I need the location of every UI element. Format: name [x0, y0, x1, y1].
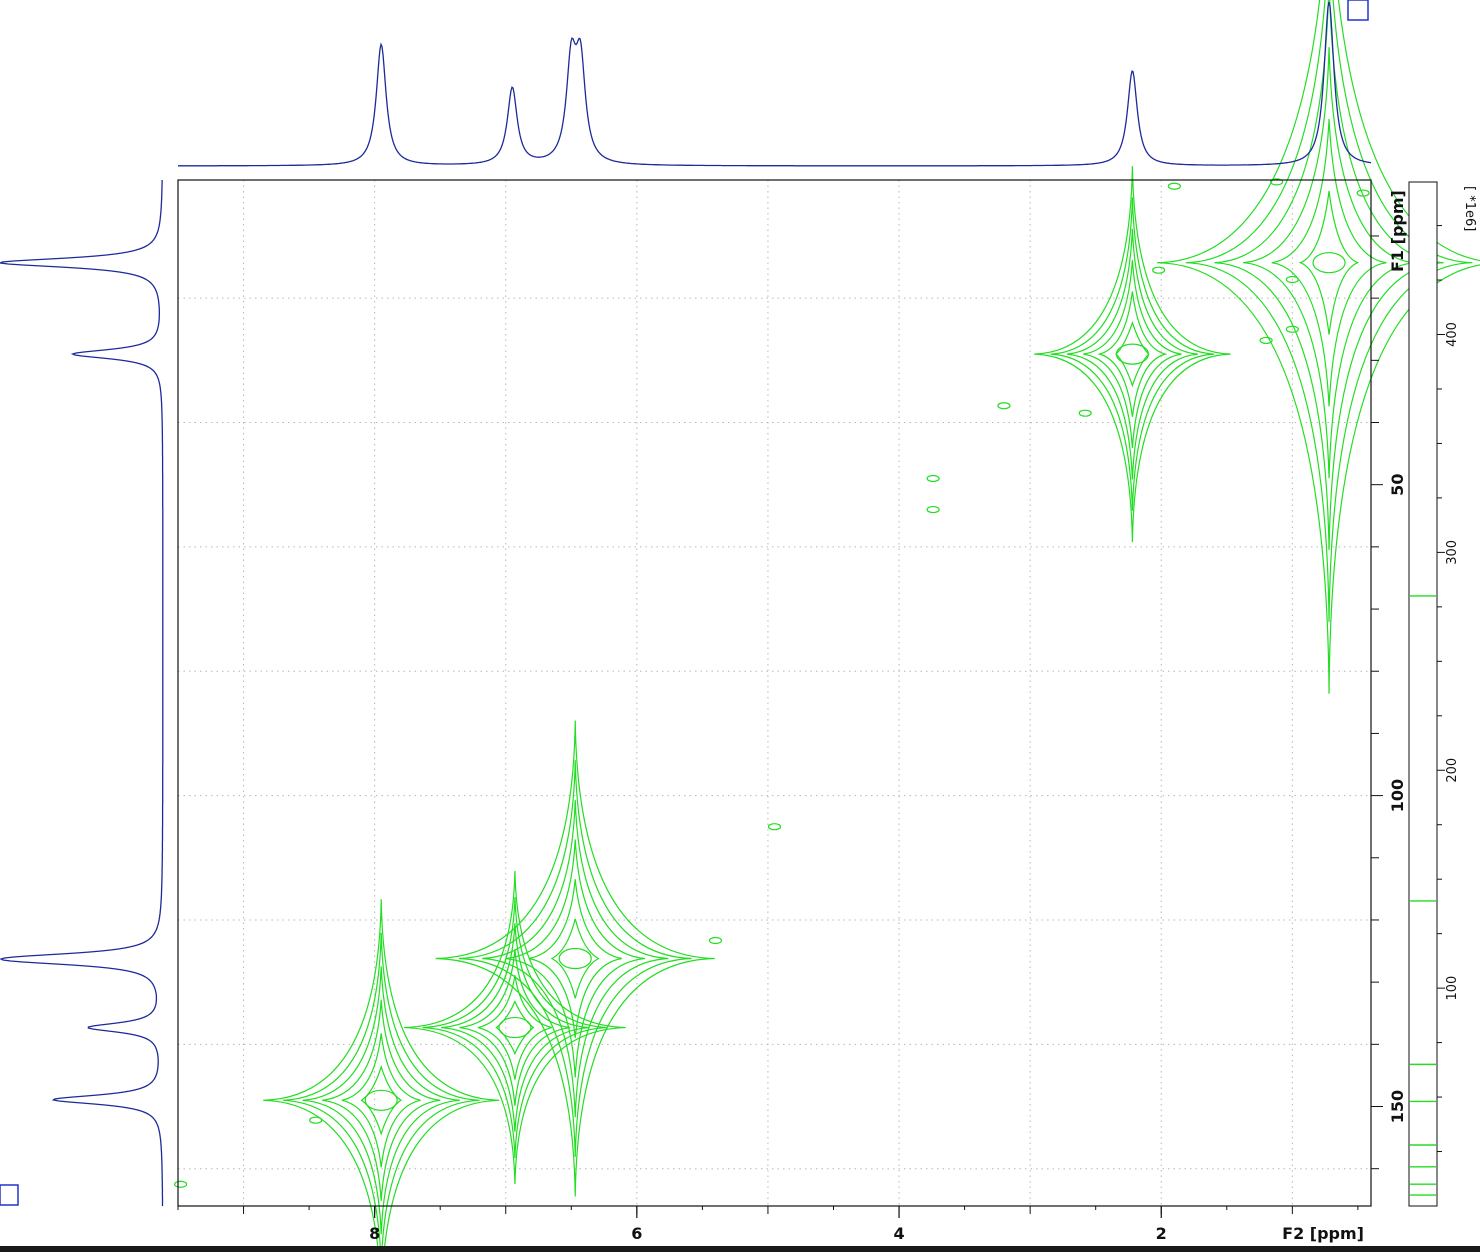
plot-background [0, 0, 1480, 1252]
f2-axis-tick-label: 8 [369, 1224, 380, 1243]
colorbar-tick-label: 200 [1445, 758, 1460, 783]
colorbar-unit-label: [ *1e6] [1462, 186, 1477, 231]
hsqc-contour-plot: 8 6 4 2 50 100 150 F2 [ppm] F1 [ppm] 400 300 20… [0, 0, 1480, 1256]
colorbar-tick-label: 100 [1445, 976, 1460, 1001]
colorbar-tick-label: 400 [1445, 322, 1460, 347]
window-bottom-edge [0, 1246, 1480, 1252]
f1-axis-tick-label: 150 [1388, 1090, 1407, 1123]
f2-axis-tick-label: 2 [1156, 1224, 1167, 1243]
f1-axis-tick-label: 100 [1388, 779, 1407, 812]
f2-axis-tick-label: 6 [631, 1224, 642, 1243]
f1-axis-tick-label: 50 [1388, 474, 1407, 496]
colorbar-frame [1408, 181, 1438, 1207]
nmr-spectrum-view: 8 6 4 2 50 100 150 F2 [ppm] F1 [ppm] 400 300 20… [0, 0, 1480, 1256]
f1-axis-label: F1 [ppm] [1388, 190, 1407, 272]
f2-axis-tick-label: 4 [893, 1224, 904, 1243]
f2-axis-label: F2 [ppm] [1282, 1224, 1364, 1243]
colorbar-tick-label: 300 [1445, 540, 1460, 565]
